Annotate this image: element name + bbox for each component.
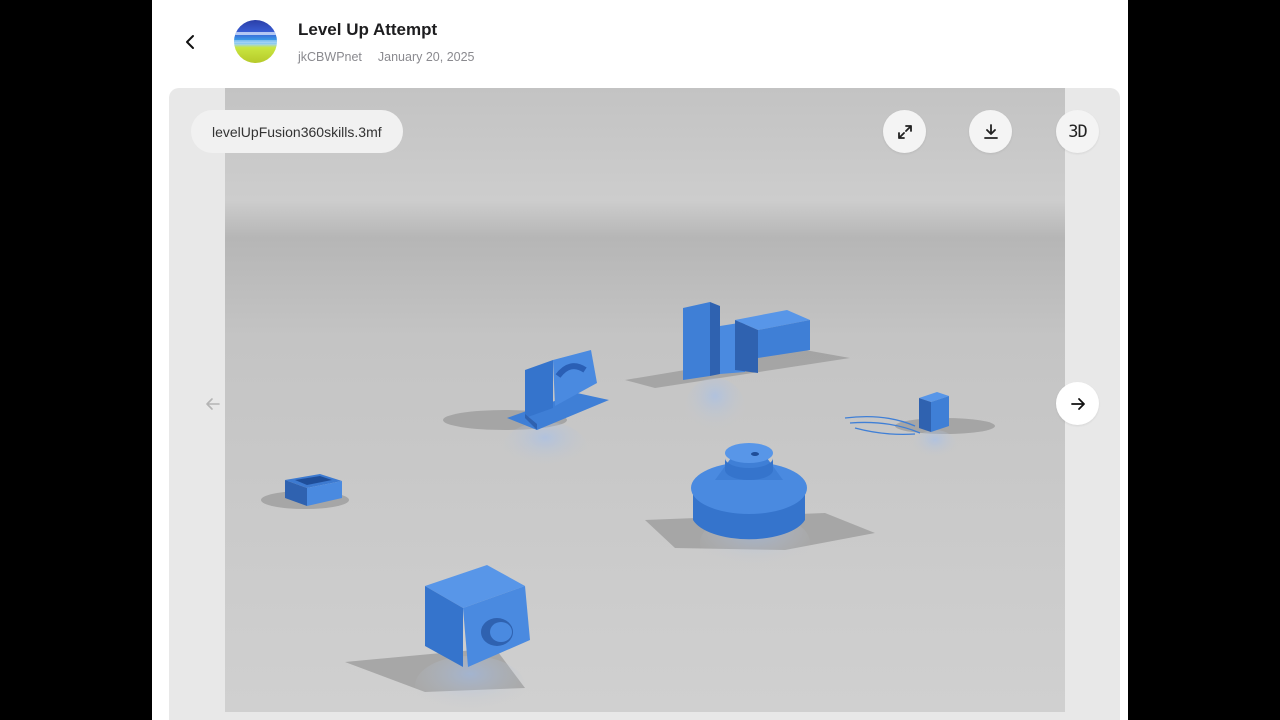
post-meta: jkCBWPnet January 20, 2025 (298, 50, 475, 64)
avatar[interactable] (234, 20, 277, 63)
post-title: Level Up Attempt (298, 20, 438, 39)
model-viewer[interactable]: levelUpFusion360skills.3mf 3D (169, 88, 1120, 720)
download-icon (983, 123, 998, 139)
3d-view-button[interactable]: 3D (1056, 110, 1099, 153)
chevron-left-icon (186, 35, 194, 49)
post-page: Level Up Attempt jkCBWPnet January 20, 2… (152, 0, 1128, 720)
author-name[interactable]: jkCBWPnet (298, 50, 362, 64)
next-button[interactable] (1056, 382, 1099, 425)
prev-button[interactable] (197, 388, 229, 420)
post-date: January 20, 2025 (377, 50, 475, 64)
file-name-pill[interactable]: levelUpFusion360skills.3mf (191, 110, 403, 153)
3d-label: 3D (1068, 121, 1088, 142)
arrow-left-icon (206, 398, 220, 410)
3d-scene[interactable] (225, 88, 1065, 712)
download-button[interactable] (969, 110, 1012, 153)
arrow-right-icon (1070, 397, 1085, 410)
back-button[interactable] (174, 26, 206, 58)
expand-icon (897, 124, 912, 139)
fullscreen-button[interactable] (883, 110, 926, 153)
